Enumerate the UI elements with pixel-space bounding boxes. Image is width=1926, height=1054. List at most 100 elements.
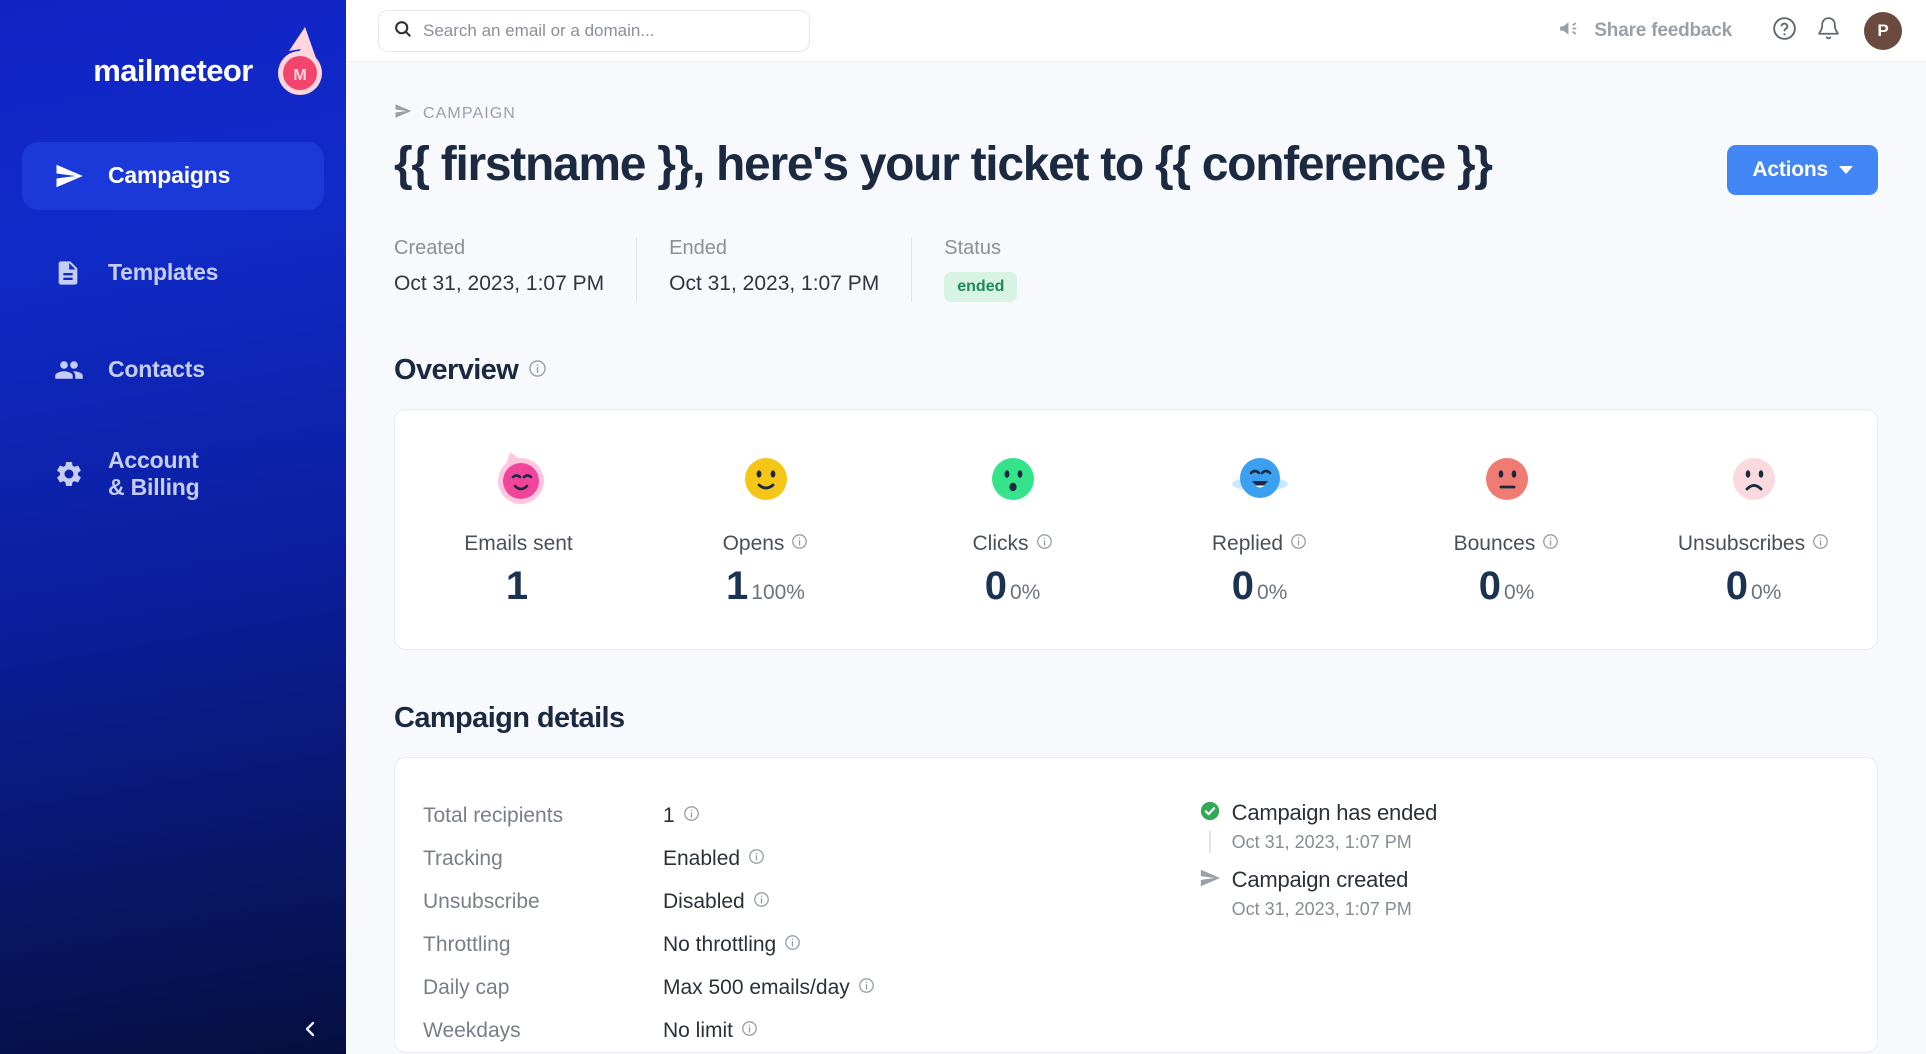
sidebar-collapse-button[interactable] xyxy=(0,1017,346,1046)
page-content: CAMPAIGN {{ firstname }}, here's your ti… xyxy=(346,62,1926,1053)
main-area: Share feedback P xyxy=(346,0,1926,1054)
meta-label: Status xyxy=(944,237,1001,259)
overview-heading: Overview xyxy=(394,354,1878,387)
stat-label: Emails sent xyxy=(464,532,573,555)
timeline-time: Oct 31, 2023, 1:07 PM xyxy=(1231,899,1412,919)
timeline-title: Campaign has ended xyxy=(1231,800,1438,825)
info-icon[interactable] xyxy=(1542,532,1559,556)
send-icon xyxy=(54,161,88,191)
detail-value: Max 500 emails/day xyxy=(663,975,850,999)
help-button[interactable] xyxy=(1762,9,1806,53)
stat-percent: 0% xyxy=(1503,581,1535,604)
detail-label: Weekdays xyxy=(423,1018,521,1042)
stat-unsubscribes: Unsubscribes 0 0% xyxy=(1630,448,1877,609)
info-icon[interactable] xyxy=(1290,532,1307,556)
info-icon[interactable] xyxy=(1036,532,1053,556)
detail-value: Disabled xyxy=(663,889,745,913)
title-row: {{ firstname }}, here's your ticket to {… xyxy=(394,137,1878,195)
timeline-item: Campaign has ended Oct 31, 2023, 1:07 PM xyxy=(1192,800,1877,867)
meteor-face-emoji xyxy=(488,448,550,510)
stat-label: Clicks xyxy=(972,532,1029,555)
detail-row: Weekdays No limit xyxy=(423,1009,1166,1052)
stat-bounces: Bounces 0 0% xyxy=(1383,448,1630,609)
meta-ended: Ended Oct 31, 2023, 1:07 PM xyxy=(669,237,913,302)
meta-status: Status ended xyxy=(944,237,1049,302)
detail-row: Tracking Enabled xyxy=(423,837,1166,880)
check-circle-icon xyxy=(1199,800,1221,827)
breadcrumb-label: CAMPAIGN xyxy=(423,104,516,122)
overview-title: Overview xyxy=(394,354,519,386)
status-badge: ended xyxy=(944,272,1018,302)
detail-label: Daily cap xyxy=(423,975,510,999)
stat-clicks: Clicks 0 0% xyxy=(889,448,1136,609)
detail-value: No throttling xyxy=(663,932,777,956)
info-icon[interactable] xyxy=(858,976,875,1000)
meta-label: Ended xyxy=(669,237,727,259)
info-icon[interactable] xyxy=(1812,532,1829,556)
detail-row: Unsubscribe Disabled xyxy=(423,880,1166,923)
stat-label: Replied xyxy=(1211,532,1284,555)
send-icon xyxy=(394,102,412,125)
notifications-button[interactable] xyxy=(1806,9,1850,53)
info-icon[interactable] xyxy=(748,847,765,871)
page-title: {{ firstname }}, here's your ticket to {… xyxy=(394,138,1493,191)
surprised-face-emoji xyxy=(982,448,1044,510)
info-icon[interactable] xyxy=(741,1019,758,1043)
breadcrumb: CAMPAIGN xyxy=(394,102,1878,125)
info-icon[interactable] xyxy=(784,933,801,957)
stat-opens: Opens 1 100% xyxy=(642,448,889,609)
info-icon[interactable] xyxy=(683,804,700,828)
share-feedback-button[interactable]: Share feedback xyxy=(1557,16,1732,46)
stat-value: 0 xyxy=(1231,564,1254,608)
search-input[interactable] xyxy=(423,20,795,41)
brand-logo[interactable]: mailmeteor M xyxy=(0,0,346,142)
sidebar-item-label-line2: & Billing xyxy=(108,474,200,500)
actions-button-label: Actions xyxy=(1752,158,1828,181)
sidebar-item-contacts[interactable]: Contacts xyxy=(22,336,324,404)
laughing-planet-emoji xyxy=(1229,448,1291,510)
stat-value: 1 xyxy=(726,564,748,608)
meta-value: Oct 31, 2023, 1:07 PM xyxy=(394,272,605,295)
meta-value: Oct 31, 2023, 1:07 PM xyxy=(669,272,880,295)
sidebar-item-templates[interactable]: Templates xyxy=(22,239,324,307)
stat-label: Bounces xyxy=(1453,532,1536,555)
sidebar-item-label: Contacts xyxy=(108,356,205,383)
info-icon[interactable] xyxy=(528,359,547,383)
stat-emails-sent: Emails sent 1 xyxy=(395,448,642,609)
svg-text:M: M xyxy=(294,67,307,84)
detail-label: Total recipients xyxy=(423,803,564,827)
sidebar-item-label: Account & Billing xyxy=(108,447,200,501)
stat-value: 0 xyxy=(1725,564,1748,608)
overview-card: Emails sent 1 Opens 1 100% Clicks 0 0% R… xyxy=(394,409,1878,650)
brand-name: mailmeteor xyxy=(93,53,253,88)
sidebar: mailmeteor M Campaigns Templates Contact… xyxy=(0,0,346,1054)
stat-value: 0 xyxy=(1478,564,1501,608)
sidebar-item-campaigns[interactable]: Campaigns xyxy=(22,142,324,210)
bell-icon xyxy=(1816,16,1841,46)
neutral-face-emoji xyxy=(1476,448,1538,510)
stat-percent: 0% xyxy=(1256,581,1288,604)
megaphone-icon xyxy=(1557,16,1582,46)
smiling-face-emoji xyxy=(735,448,797,510)
info-icon[interactable] xyxy=(791,532,808,556)
gear-icon xyxy=(54,459,88,489)
info-icon[interactable] xyxy=(753,890,770,914)
sidebar-item-account-billing[interactable]: Account & Billing xyxy=(22,433,324,515)
stat-percent: 0% xyxy=(1750,581,1782,604)
stat-percent: 0% xyxy=(1009,581,1041,604)
actions-button[interactable]: Actions xyxy=(1727,145,1878,195)
people-icon xyxy=(54,355,88,385)
detail-value: 1 xyxy=(663,803,675,827)
timeline-time: Oct 31, 2023, 1:07 PM xyxy=(1231,832,1412,852)
meta-created: Created Oct 31, 2023, 1:07 PM xyxy=(394,237,638,302)
search-box[interactable] xyxy=(378,9,810,52)
detail-label: Unsubscribe xyxy=(423,889,540,913)
avatar[interactable]: P xyxy=(1864,11,1902,50)
stat-replied: Replied 0 0% xyxy=(1136,448,1383,609)
sidebar-nav: Campaigns Templates Contacts Account & B… xyxy=(0,142,346,515)
detail-value: No limit xyxy=(663,1018,734,1042)
document-icon xyxy=(54,259,88,287)
sad-face-emoji xyxy=(1723,448,1785,510)
stat-value: 1 xyxy=(505,564,528,608)
stat-label: Unsubscribes xyxy=(1677,532,1806,555)
